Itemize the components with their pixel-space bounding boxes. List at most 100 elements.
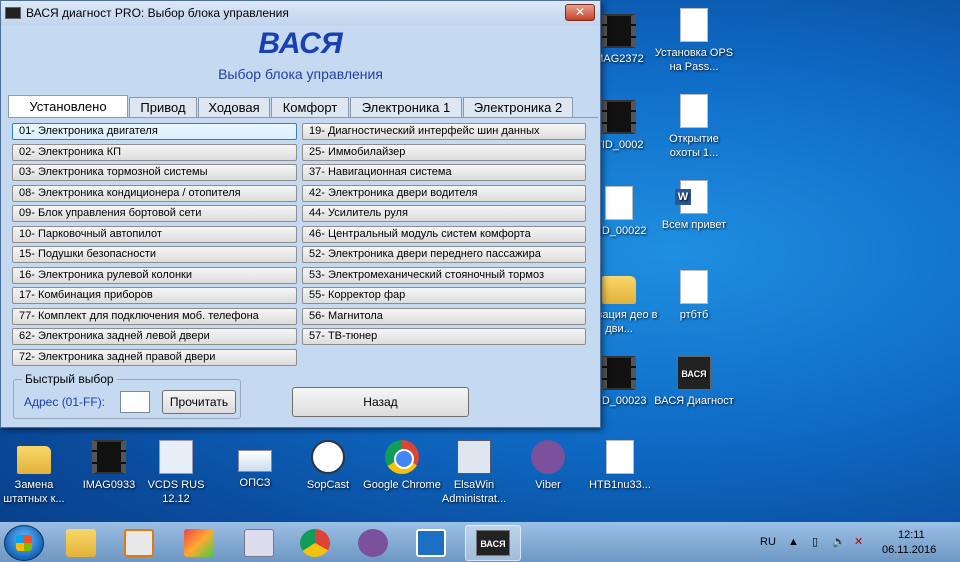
unit-button-right-6[interactable]: 52- Электроника двери переднего пассажир… bbox=[302, 246, 586, 263]
unit-button-left-9[interactable]: 77- Комплект для подключения моб. телефо… bbox=[12, 307, 297, 325]
folder-icon bbox=[17, 446, 51, 474]
desktop-shortcut-label: SopCast bbox=[306, 479, 350, 491]
unit-button-left-7[interactable]: 16- Электроника рулевой колонки bbox=[12, 266, 297, 284]
sopcast-icon bbox=[311, 440, 345, 474]
unit-button-right-5[interactable]: 46- Центральный модуль систем комфорта bbox=[302, 225, 586, 243]
unit-button-left-1[interactable]: 02- Электроника КП bbox=[12, 143, 297, 161]
taskbar-vasya-app[interactable]: ВАСЯ bbox=[465, 525, 521, 561]
desktop-shortcut-right-9[interactable]: ВАСЯ ВАСЯ Диагност bbox=[654, 356, 734, 408]
unit-button-left-6[interactable]: 15- Подушки безопасности bbox=[12, 246, 297, 263]
desktop-shortcut-bottom-6[interactable]: ElsaWin Administrat... bbox=[434, 440, 514, 506]
address-input[interactable] bbox=[120, 391, 150, 413]
desktop-shortcut-bottom-4[interactable]: SopCast bbox=[288, 440, 368, 492]
unit-button-left-0[interactable]: 01- Электроника двигателя bbox=[12, 123, 297, 140]
window-client: ВАСЯ Выбор блока управления Установлено … bbox=[3, 25, 598, 425]
desktop-shortcut-right-3[interactable]: Открытие охоты 1... bbox=[654, 94, 734, 160]
unit-button-right-1[interactable]: 25- Иммобилайзер bbox=[302, 143, 586, 161]
desktop-shortcut-label: HTB1nu33... bbox=[589, 479, 651, 491]
back-button[interactable]: Назад bbox=[292, 387, 469, 417]
unit-button-left-3[interactable]: 08- Электроника кондиционера / отопителя bbox=[12, 184, 297, 202]
vcds-icon bbox=[159, 440, 193, 474]
unit-button-right-0[interactable]: 19- Диагностический интерфейс шин данных bbox=[302, 123, 586, 140]
unit-button-right-7[interactable]: 53- Электромеханический стояночный тормо… bbox=[302, 266, 586, 284]
photo-icon bbox=[680, 94, 708, 128]
vasya-icon: ВАСЯ bbox=[677, 356, 711, 390]
tab-electronics-2[interactable]: Электроника 2 bbox=[463, 97, 573, 117]
window-title: ВАСЯ диагност PRO: Выбор блока управлени… bbox=[26, 6, 289, 20]
desktop-shortcut-label: ElsaWin Administrat... bbox=[441, 479, 507, 505]
desktop-shortcut-label: Установка OPS на Pass... bbox=[654, 47, 734, 73]
chrome-taskbar-icon[interactable] bbox=[300, 529, 330, 557]
unit-button-right-10[interactable]: 57- ТВ-тюнер bbox=[302, 328, 586, 345]
desktop-shortcut-bottom-0[interactable]: Замена штатных к... bbox=[0, 440, 74, 506]
desktop-shortcut-right-5[interactable]: Всем привет bbox=[654, 180, 734, 232]
card-icon bbox=[238, 450, 272, 472]
unit-button-left-5[interactable]: 10- Парковочный автопилот bbox=[12, 225, 297, 243]
paint-icon[interactable] bbox=[184, 529, 214, 557]
document-icon bbox=[680, 270, 708, 304]
app-heading: ВАСЯ bbox=[258, 27, 343, 60]
unit-button-right-3[interactable]: 42- Электроника двери водителя bbox=[302, 184, 586, 202]
desktop-shortcut-label: ВАСЯ Диагност bbox=[654, 395, 734, 407]
close-button[interactable]: ✕ bbox=[565, 4, 595, 21]
quick-select-group: Быстрый выбор Адрес (01-FF): Прочитать bbox=[13, 372, 241, 419]
desktop-shortcut-label: Viber bbox=[535, 479, 561, 491]
unit-button-right-8[interactable]: 55- Корректор фар bbox=[302, 287, 586, 304]
document-icon bbox=[605, 186, 633, 220]
taskbar: ВАСЯ RU ▲ ▯ 🔈 ✕ 12:11 06.11.2016 bbox=[0, 522, 960, 562]
folder-icon bbox=[602, 276, 636, 304]
word-icon bbox=[675, 180, 708, 214]
desktop-shortcut-label: Замена штатных к... bbox=[3, 479, 65, 505]
volume-icon[interactable]: 🔈 bbox=[832, 535, 846, 548]
clock-date[interactable]: 06.11.2016 bbox=[882, 544, 936, 556]
desktop-shortcut-bottom-3[interactable]: ОПСЗ bbox=[215, 440, 295, 490]
start-button[interactable] bbox=[4, 525, 44, 561]
desktop-shortcut-right-7[interactable]: ртбтб bbox=[654, 270, 734, 322]
language-indicator[interactable]: RU bbox=[760, 536, 776, 548]
desktop-shortcut-label: Всем привет bbox=[661, 219, 727, 231]
tab-installed[interactable]: Установлено bbox=[8, 95, 128, 117]
clock-time[interactable]: 12:11 bbox=[898, 529, 925, 541]
viber-icon bbox=[531, 440, 565, 474]
video-icon bbox=[602, 356, 636, 390]
window-titlebar[interactable]: ВАСЯ диагност PRO: Выбор блока управлени… bbox=[1, 1, 600, 25]
tab-drive[interactable]: Привод bbox=[129, 97, 197, 117]
address-label: Адрес (01-FF): bbox=[24, 395, 106, 409]
tab-chassis[interactable]: Ходовая bbox=[198, 97, 270, 117]
read-button[interactable]: Прочитать bbox=[162, 390, 236, 414]
remote-icon[interactable] bbox=[416, 529, 446, 557]
tab-comfort[interactable]: Комфорт bbox=[271, 97, 349, 117]
desktop-shortcut-right-1[interactable]: Установка OPS на Pass... bbox=[654, 8, 734, 74]
image-icon bbox=[606, 440, 634, 474]
unit-button-left-4[interactable]: 09- Блок управления бортовой сети bbox=[12, 205, 297, 222]
calculator-icon[interactable] bbox=[244, 529, 274, 557]
tab-electronics-1[interactable]: Электроника 1 bbox=[350, 97, 462, 117]
unit-button-right-4[interactable]: 44- Усилитель руля bbox=[302, 205, 586, 222]
viber-taskbar-icon[interactable] bbox=[358, 529, 388, 557]
desktop-shortcut-bottom-7[interactable]: Viber bbox=[508, 440, 588, 492]
unit-button-right-2[interactable]: 37- Навигационная система bbox=[302, 164, 586, 181]
unit-button-left-8[interactable]: 17- Комбинация приборов bbox=[12, 287, 297, 304]
tray-expand-icon[interactable]: ▲ bbox=[788, 536, 799, 548]
unit-button-left-10[interactable]: 62- Электроника задней левой двери bbox=[12, 328, 297, 345]
media-player-icon[interactable] bbox=[124, 529, 154, 557]
unit-button-left-11[interactable]: 72- Электроника задней правой двери bbox=[12, 348, 297, 366]
elsawin-icon bbox=[457, 440, 491, 474]
vasya-taskbar-icon: ВАСЯ bbox=[476, 530, 510, 556]
explorer-icon[interactable] bbox=[66, 529, 96, 557]
desktop-shortcut-label: ртбтб bbox=[679, 309, 709, 321]
app-icon bbox=[5, 7, 21, 19]
unit-button-left-2[interactable]: 03- Электроника тормозной системы bbox=[12, 164, 297, 181]
desktop-shortcut-bottom-5[interactable]: Google Chrome bbox=[362, 440, 442, 492]
chrome-icon bbox=[385, 440, 419, 474]
unit-button-right-9[interactable]: 56- Магнитола bbox=[302, 307, 586, 325]
document-icon bbox=[680, 8, 708, 42]
battery-icon[interactable]: ▯ bbox=[812, 535, 818, 548]
vasya-window: ВАСЯ диагност PRO: Выбор блока управлени… bbox=[0, 0, 601, 428]
desktop-shortcut-label: ОПСЗ bbox=[239, 477, 271, 489]
quick-select-legend: Быстрый выбор bbox=[22, 372, 117, 386]
desktop-shortcut-bottom-8[interactable]: HTB1nu33... bbox=[580, 440, 660, 492]
desktop-shortcut-bottom-2[interactable]: VCDS RUS 12.12 bbox=[136, 440, 216, 506]
tab-strip: Установлено Привод Ходовая Комфорт Элект… bbox=[8, 95, 574, 117]
network-icon[interactable]: ✕ bbox=[854, 535, 863, 548]
